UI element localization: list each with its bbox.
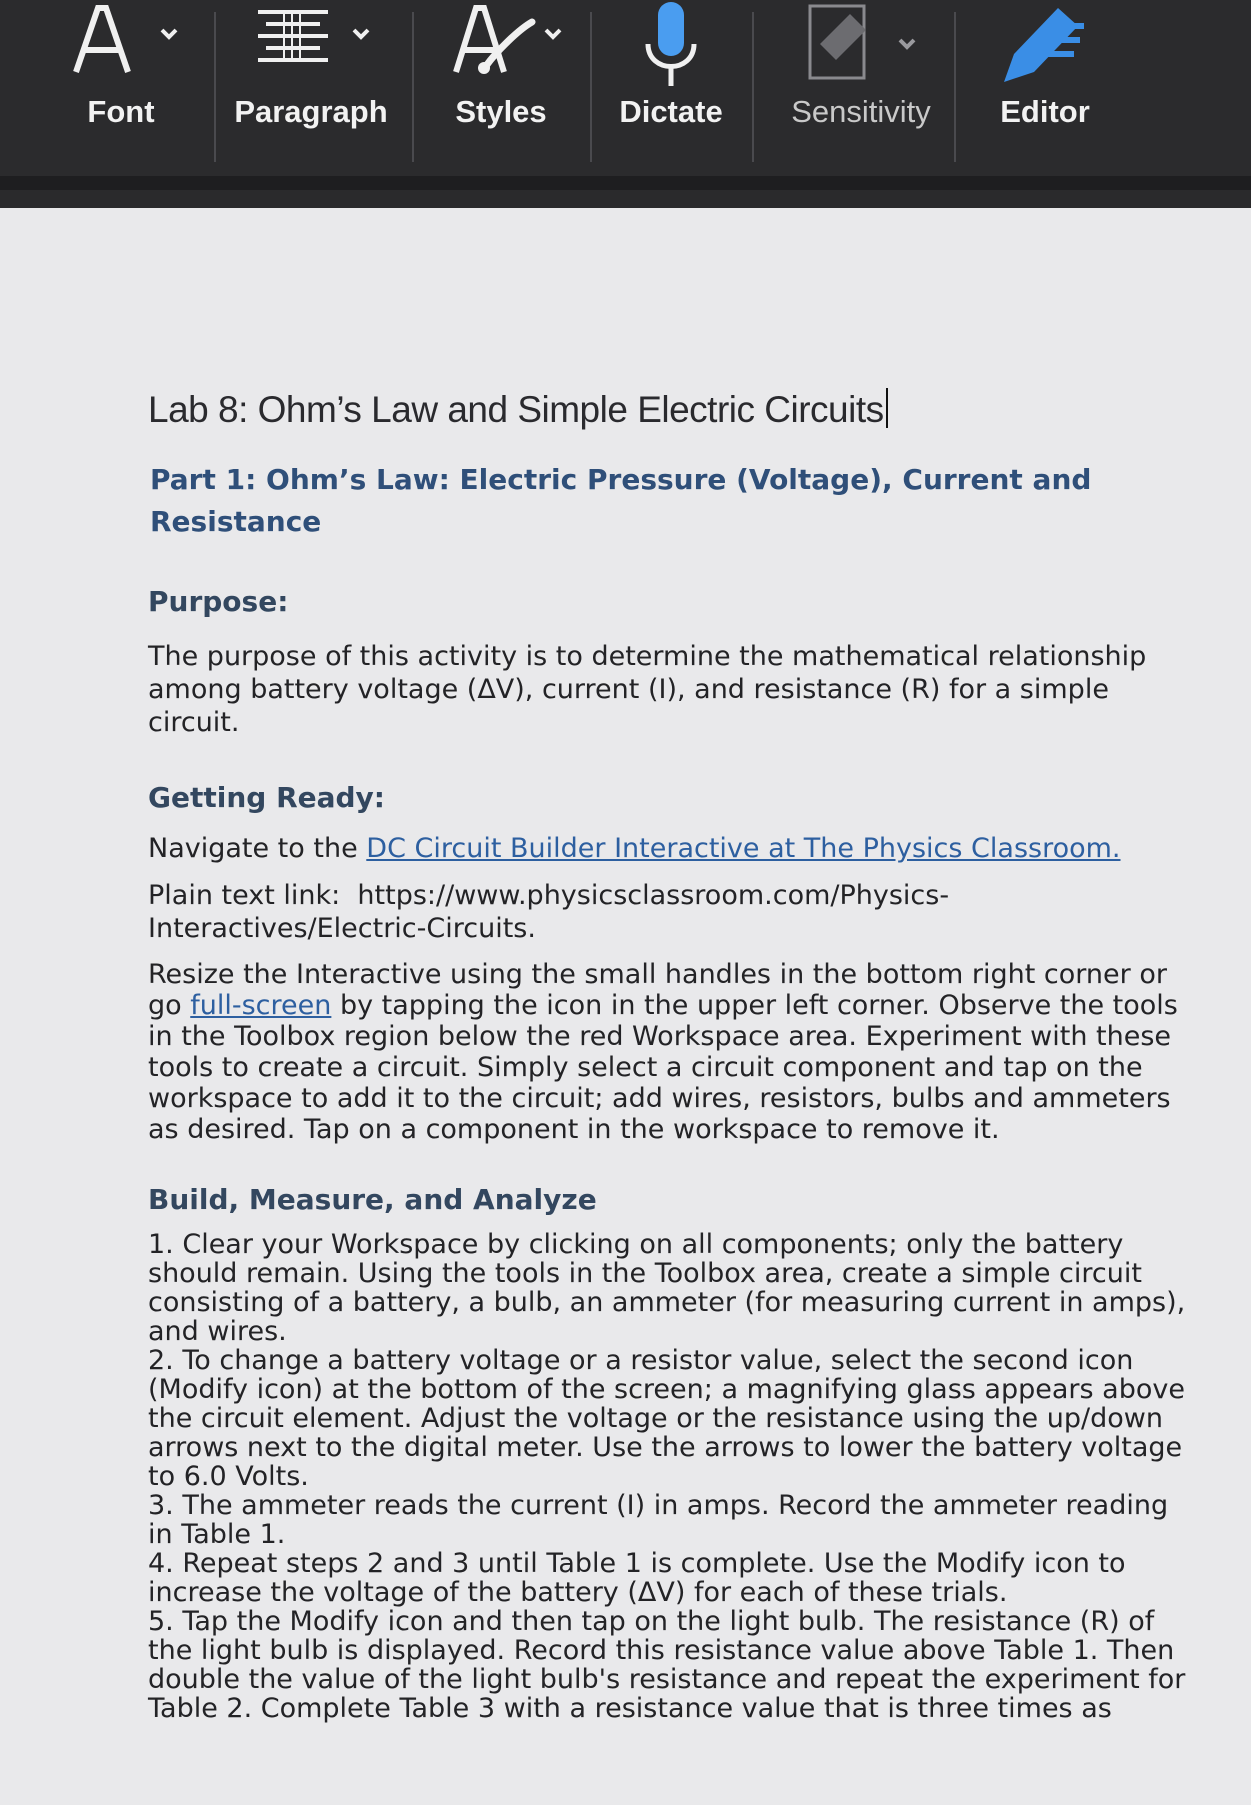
paragraph-button[interactable]: Paragraph (234, 0, 388, 170)
navigate-paragraph: Navigate to the DC Circuit Builder Inter… (148, 832, 1178, 865)
dictate-label: Dictate (619, 94, 723, 129)
document-page[interactable]: Lab 8: Ohm’s Law and Simple Electric Cir… (0, 208, 1251, 1805)
styles-button[interactable]: Styles (426, 0, 576, 170)
dictate-button[interactable]: Dictate (596, 0, 746, 170)
purpose-heading: Purpose: (148, 585, 289, 618)
toolbar-divider (590, 12, 592, 162)
build-heading: Build, Measure, and Analyze (148, 1183, 597, 1216)
step-item: 2. To change a battery voltage or a resi… (148, 1345, 1185, 1492)
toolbar-divider (412, 12, 414, 162)
chevron-down-icon (160, 28, 178, 40)
step-item: 1. Clear your Workspace by clicking on a… (148, 1229, 1186, 1347)
paragraph-icon (236, 0, 386, 92)
purpose-text: The purpose of this activity is to deter… (148, 641, 1147, 738)
styles-icon (426, 0, 576, 92)
dc-circuit-builder-link[interactable]: DC Circuit Builder Interactive at The Ph… (366, 833, 1120, 864)
sensitivity-icon (776, 0, 946, 92)
font-icon (46, 0, 196, 92)
toolbar-divider (954, 12, 956, 162)
navigate-prefix: Navigate to the (148, 833, 367, 864)
toolbar-bottom-edge (0, 176, 1251, 190)
step-item: 4. Repeat steps 2 and 3 until Table 1 is… (148, 1548, 1126, 1608)
font-label: Font (87, 94, 155, 129)
document-body[interactable]: Lab 8: Ohm’s Law and Simple Electric Cir… (148, 388, 1185, 1723)
getting-ready-heading: Getting Ready: (148, 781, 386, 814)
full-screen-link[interactable]: full-screen (190, 990, 331, 1021)
step-item: 3. The ammeter reads the current (I) in … (148, 1490, 1169, 1550)
font-button[interactable]: Font (46, 0, 196, 170)
steps-list: 1. Clear your Workspace by clicking on a… (148, 1230, 1188, 1723)
microphone-icon (596, 0, 746, 92)
chevron-down-icon (544, 28, 562, 40)
sensitivity-button[interactable]: Sensitivity (776, 0, 946, 170)
styles-label: Styles (455, 94, 547, 129)
editor-button[interactable]: Editor (970, 0, 1120, 170)
document-title[interactable]: Lab 8: Ohm’s Law and Simple Electric Cir… (148, 388, 1178, 431)
ribbon-toolbar: Font Paragraph Styles Dictate Sensitivit… (0, 0, 1251, 190)
toolbar-divider (214, 12, 216, 162)
part1-heading: Part 1: Ohm’s Law: Electric Pressure (Vo… (150, 463, 1092, 538)
chevron-down-icon (352, 28, 370, 40)
toolbar-divider (752, 12, 754, 162)
chevron-down-icon (898, 38, 916, 50)
resize-paragraph: Resize the Interactive using the small h… (148, 959, 1188, 1145)
editor-label: Editor (1000, 94, 1090, 129)
plain-link-label: Plain text link: (148, 880, 341, 911)
step-item: 5. Tap the Modify icon and then tap on t… (148, 1606, 1186, 1724)
sensitivity-label: Sensitivity (791, 94, 931, 129)
editor-pen-icon (970, 0, 1120, 92)
plain-link-paragraph: Plain text link: https://www.physicsclas… (148, 879, 1048, 945)
text-cursor (885, 388, 888, 428)
paragraph-label: Paragraph (234, 94, 388, 129)
